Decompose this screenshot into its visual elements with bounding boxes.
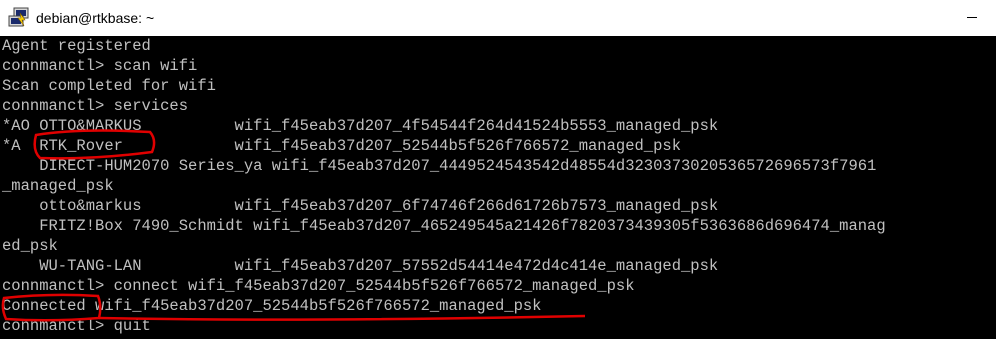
terminal-line: *AO OTTO&MARKUS wifi_f45eab37d207_4f5454… bbox=[2, 117, 719, 135]
terminal-line: connmanctl> scan wifi bbox=[2, 57, 198, 75]
terminal-line: Scan completed for wifi bbox=[2, 77, 216, 95]
terminal-window: debian@rtkbase: ~ Agent registered connm… bbox=[0, 0, 996, 339]
terminal-line: Agent registered bbox=[2, 37, 151, 55]
terminal-line: DIRECT-HUM2070 Series_ya wifi_f45eab37d2… bbox=[2, 157, 877, 175]
terminal-line: FRITZ!Box 7490_Schmidt wifi_f45eab37d207… bbox=[2, 217, 886, 235]
terminal-line: connmanctl> services bbox=[2, 97, 189, 115]
window-title: debian@rtkbase: ~ bbox=[36, 10, 155, 26]
terminal-line: *A RTK_Rover wifi_f45eab37d207_52544b5f5… bbox=[2, 137, 682, 155]
terminal-line: WU-TANG-LAN wifi_f45eab37d207_57552d5441… bbox=[2, 257, 719, 275]
title-bar[interactable]: debian@rtkbase: ~ bbox=[0, 0, 996, 36]
terminal-output[interactable]: Agent registered connmanctl> scan wifi S… bbox=[0, 36, 996, 339]
terminal-line: connmanctl> connect wifi_f45eab37d207_52… bbox=[2, 277, 635, 295]
terminal-line: Connected wifi_f45eab37d207_52544b5f526f… bbox=[2, 297, 542, 315]
terminal-line: ed_psk bbox=[2, 237, 58, 255]
terminal-line: connmanctl> quit bbox=[2, 317, 151, 335]
terminal-line: otto&markus wifi_f45eab37d207_6f74746f26… bbox=[2, 197, 719, 215]
putty-icon[interactable] bbox=[8, 7, 30, 29]
terminal-line: _managed_psk bbox=[2, 177, 114, 195]
minimize-button[interactable] bbox=[950, 0, 996, 36]
